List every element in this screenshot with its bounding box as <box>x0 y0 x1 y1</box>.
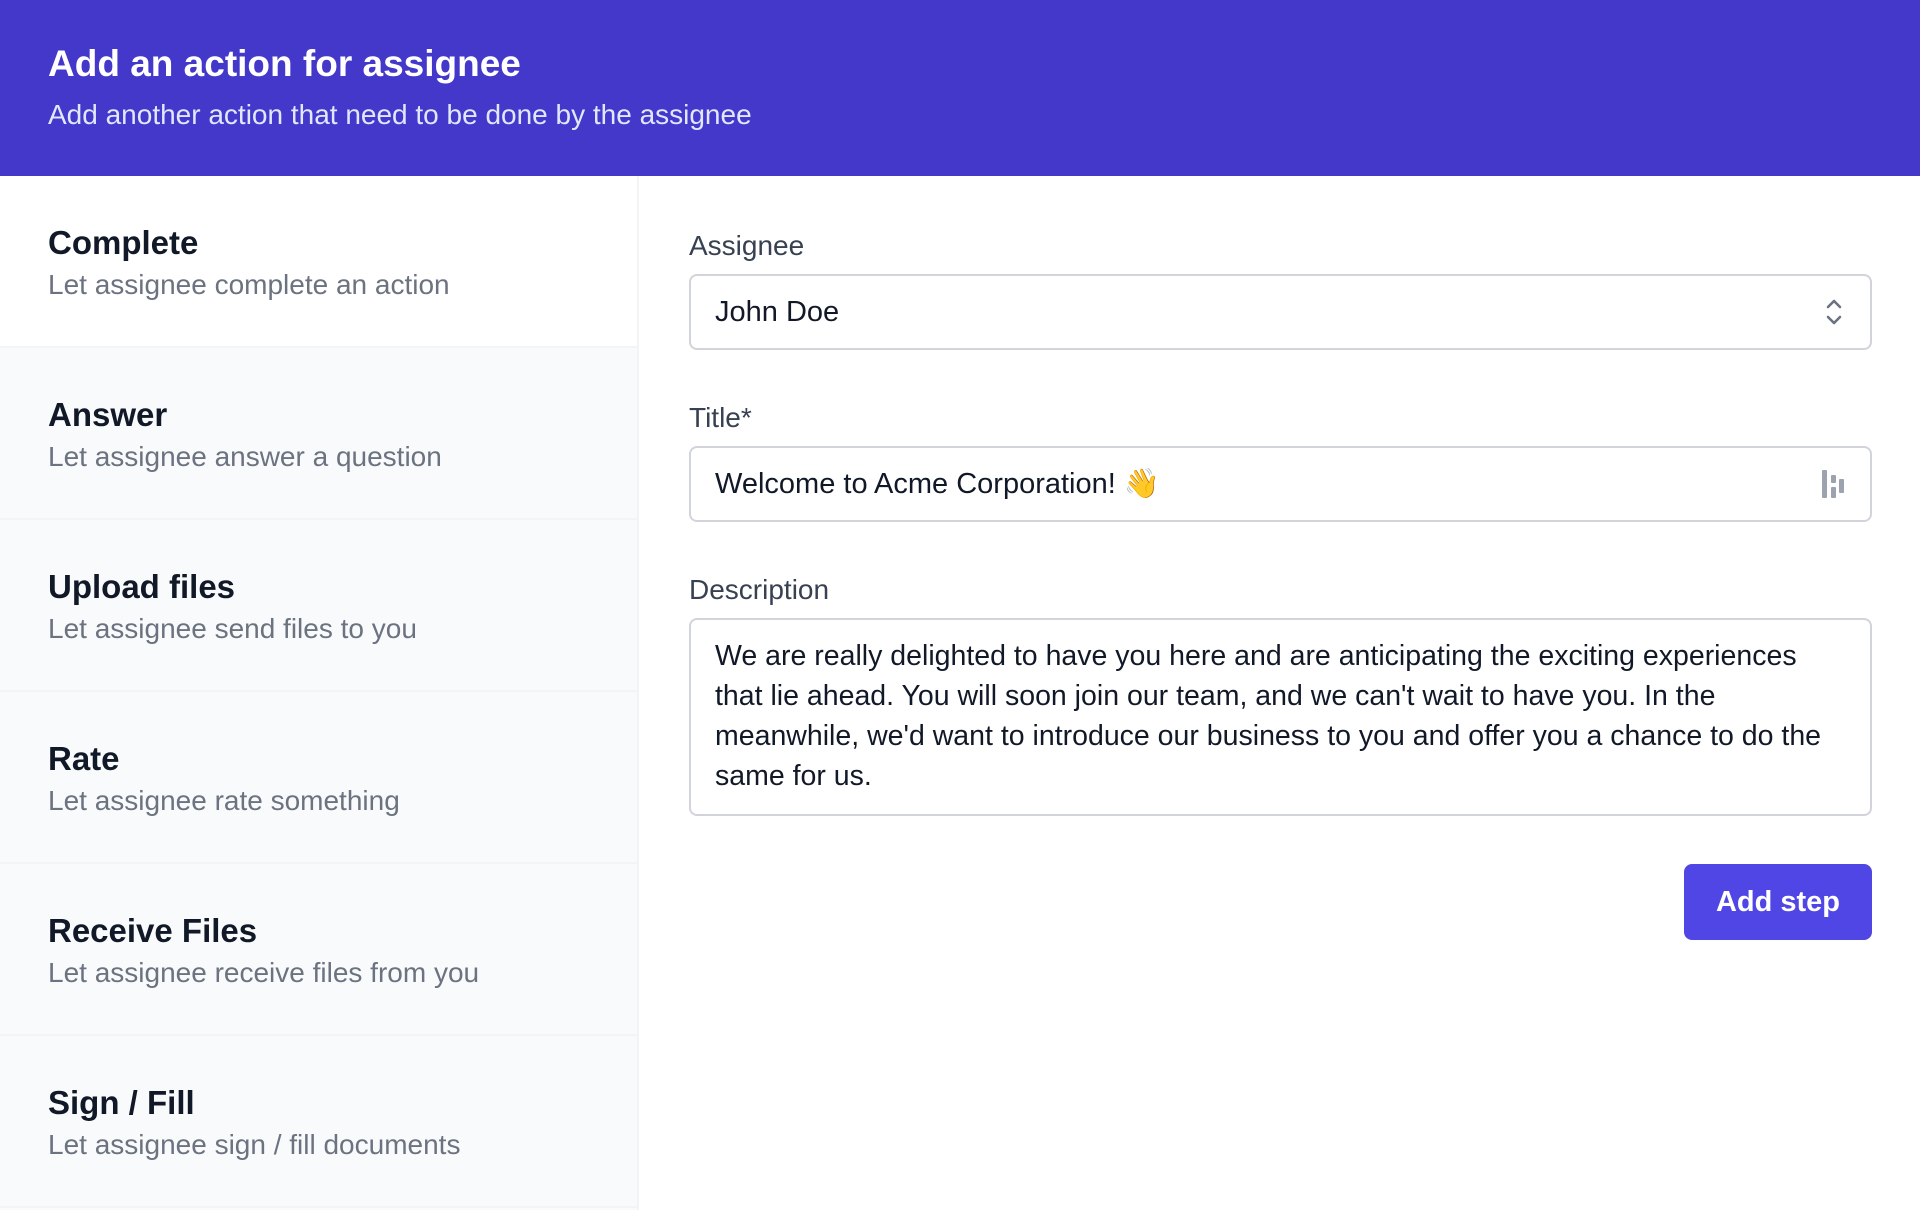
assignee-select[interactable]: John Doe <box>689 274 1872 350</box>
action-description: Let assignee complete an action <box>48 269 450 300</box>
page-title: Add an action for assignee <box>48 43 521 84</box>
action-title: Upload files <box>48 568 236 605</box>
add-step-button[interactable]: Add step <box>1684 864 1872 940</box>
action-item-complete[interactable]: Complete Let assignee complete an action <box>0 176 637 348</box>
form-actions: Add step <box>689 864 1872 940</box>
title-label: Title* <box>689 402 752 433</box>
description-textarea[interactable]: We are really delighted to have you here… <box>689 618 1872 816</box>
page-subtitle: Add another action that need to be done … <box>48 99 752 130</box>
action-type-list: Complete Let assignee complete an action… <box>0 176 639 1210</box>
action-title: Complete <box>48 224 199 261</box>
action-item-rate[interactable]: Rate Let assignee rate something <box>0 692 637 864</box>
assignee-label: Assignee <box>689 230 805 261</box>
action-title: Sign / Fill <box>48 1084 195 1121</box>
action-description: Let assignee receive files from you <box>48 957 480 988</box>
action-description: Let assignee answer a question <box>48 441 442 472</box>
assignee-select-value: John Doe <box>715 295 840 328</box>
action-item-upload-files[interactable]: Upload files Let assignee send files to … <box>0 520 637 692</box>
description-label: Description <box>689 574 830 605</box>
action-description: Let assignee sign / fill documents <box>48 1129 461 1160</box>
action-item-answer[interactable]: Answer Let assignee answer a question <box>0 348 637 520</box>
action-title: Answer <box>48 396 168 433</box>
action-title: Receive Files <box>48 912 258 949</box>
variable-slot-icon[interactable] <box>1820 467 1846 501</box>
title-input[interactable]: Welcome to Acme Corporation! 👋 <box>689 446 1872 522</box>
chevron-up-down-icon <box>1826 299 1842 325</box>
action-item-receive-files[interactable]: Receive Files Let assignee receive files… <box>0 864 637 1036</box>
title-input-value: Welcome to Acme Corporation! 👋 <box>715 468 1160 500</box>
action-title: Rate <box>48 740 120 777</box>
action-form: Assignee John Doe Title* Welcome to Acme… <box>689 176 1872 940</box>
action-description: Let assignee send files to you <box>48 613 417 644</box>
modal-header: Add an action for assignee Add another a… <box>0 0 1920 176</box>
action-description: Let assignee rate something <box>48 785 400 816</box>
action-item-sign-fill[interactable]: Sign / Fill Let assignee sign / fill doc… <box>0 1036 637 1208</box>
